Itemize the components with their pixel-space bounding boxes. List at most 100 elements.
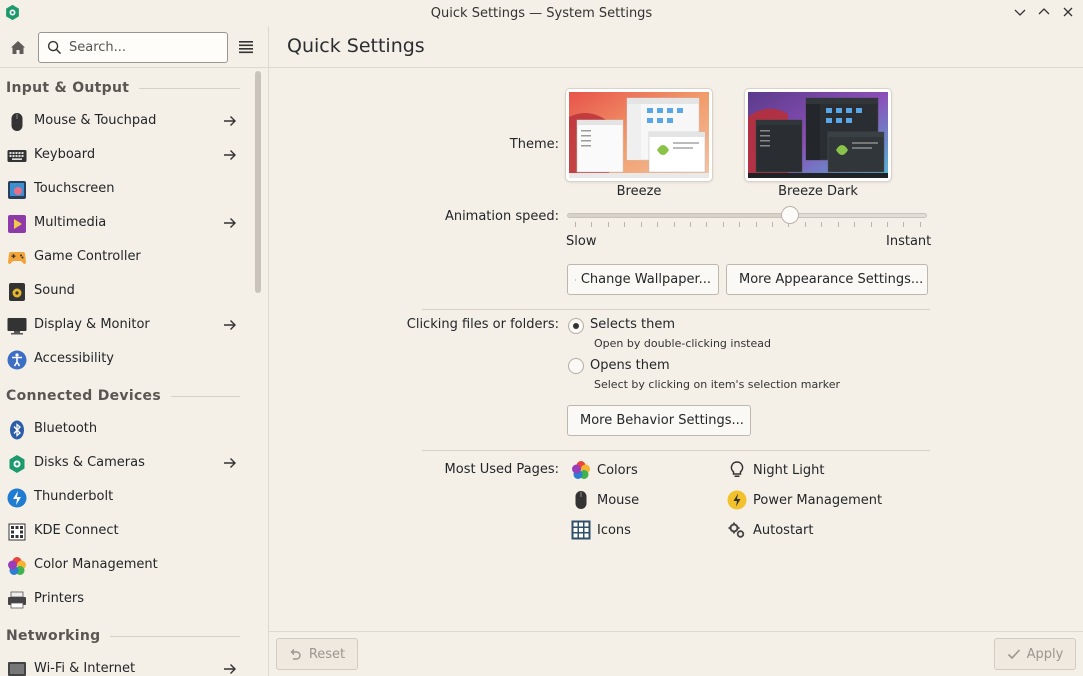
minimize-button[interactable] xyxy=(1011,3,1029,21)
theme-label: Theme: xyxy=(509,137,559,152)
bluetooth-icon xyxy=(10,420,24,440)
accessibility-icon xyxy=(7,350,27,370)
arrow-right-icon xyxy=(224,320,236,330)
gears-icon xyxy=(728,522,745,538)
most-used-label-colors: Colors xyxy=(597,462,638,478)
window-title: Quick Settings — System Settings xyxy=(430,5,653,21)
system-settings-app-icon xyxy=(6,4,19,21)
theme-card-breeze[interactable] xyxy=(566,89,712,181)
sidebar-item-color-management[interactable]: Color Management xyxy=(0,548,248,582)
disks-icon xyxy=(9,455,25,473)
kde-connect-icon xyxy=(8,523,26,541)
undo-icon xyxy=(290,649,301,660)
sidebar-item-multimedia[interactable]: Multimedia xyxy=(0,206,248,240)
breeze-dark-theme-preview xyxy=(748,92,888,178)
theme-name-breeze-dark: Breeze Dark xyxy=(778,184,858,199)
sidebar-item-keyboard[interactable]: Keyboard xyxy=(0,138,248,172)
search-input[interactable] xyxy=(69,40,209,55)
slider-fill xyxy=(568,214,790,217)
checkmark-icon xyxy=(1007,649,1020,660)
most-used-power-management[interactable]: Power Management xyxy=(727,490,882,510)
colors-icon xyxy=(572,461,590,479)
apply-button[interactable]: Apply xyxy=(994,638,1076,670)
sidebar-item-sound[interactable]: Sound xyxy=(0,274,248,308)
network-icon xyxy=(8,662,26,676)
opens-them-label[interactable]: Opens them xyxy=(590,358,670,373)
change-wallpaper-button[interactable]: Change Wallpaper... xyxy=(567,264,719,295)
separator xyxy=(422,450,930,451)
home-icon[interactable] xyxy=(8,38,28,58)
sidebar-item-display-monitor[interactable]: Display & Monitor xyxy=(0,308,248,342)
most-used-label-night-light: Night Light xyxy=(753,462,825,478)
color-management-icon xyxy=(8,557,26,575)
close-button[interactable] xyxy=(1059,3,1077,21)
arrow-right-icon xyxy=(224,116,236,126)
selects-them-label[interactable]: Selects them xyxy=(590,317,675,332)
search-field[interactable] xyxy=(38,32,228,63)
sidebar-item-label: Thunderbolt xyxy=(34,489,114,504)
sidebar-item-game-controller[interactable]: Game Controller xyxy=(0,240,248,274)
footer: Reset Apply xyxy=(269,631,1083,676)
sidebar-item-label: Mouse & Touchpad xyxy=(34,113,157,128)
most-used-colors[interactable]: Colors xyxy=(571,460,638,480)
animation-speed-slider[interactable] xyxy=(567,213,927,218)
page-title: Quick Settings xyxy=(287,35,425,57)
sidebar-item-thunderbolt[interactable]: Thunderbolt xyxy=(0,480,248,514)
sidebar-item-label: Game Controller xyxy=(34,249,141,264)
sidebar-item-mouse-touchpad[interactable]: Mouse & Touchpad xyxy=(0,104,248,138)
section-connected-devices: Connected Devices xyxy=(6,388,240,404)
most-used-label-autostart: Autostart xyxy=(753,522,814,538)
chevron-down-icon xyxy=(1014,9,1026,16)
sidebar-item-kde-connect[interactable]: KDE Connect xyxy=(0,514,248,548)
sidebar-item-touchscreen[interactable]: Touchscreen xyxy=(0,172,248,206)
sidebar-item-bluetooth[interactable]: Bluetooth xyxy=(0,412,248,446)
close-icon xyxy=(1063,7,1073,17)
arrow-right-icon xyxy=(224,458,236,468)
more-appearance-settings-label: More Appearance Settings... xyxy=(739,272,924,287)
radio-selects-them[interactable] xyxy=(568,318,584,334)
more-appearance-settings-button[interactable]: More Appearance Settings... xyxy=(726,264,928,295)
sidebar-item-label: Disks & Cameras xyxy=(34,455,145,470)
section-title: Connected Devices xyxy=(6,388,161,404)
thunderbolt-icon xyxy=(7,488,27,508)
hamburger-menu-icon[interactable] xyxy=(238,39,254,55)
slider-min-label: Slow xyxy=(566,234,597,249)
keyboard-icon xyxy=(7,150,27,162)
monitor-icon xyxy=(7,318,27,335)
section-title: Input & Output xyxy=(6,80,130,96)
opens-them-hint: Select by clicking on item's selection m… xyxy=(594,378,840,391)
theme-card-breeze-dark[interactable] xyxy=(745,89,891,181)
more-behavior-settings-label: More Behavior Settings... xyxy=(580,413,744,428)
selects-them-hint: Open by double-clicking instead xyxy=(594,337,771,350)
theme-name-breeze: Breeze xyxy=(616,184,662,199)
sidebar-item-label: Color Management xyxy=(34,557,158,572)
radio-opens-them[interactable] xyxy=(568,358,584,374)
section-input-output: Input & Output xyxy=(6,80,240,96)
clicking-label: Clicking files or folders: xyxy=(406,317,559,332)
icons-grid-icon xyxy=(571,520,591,540)
most-used-autostart[interactable]: Autostart xyxy=(727,520,813,540)
maximize-button[interactable] xyxy=(1035,3,1053,21)
sidebar-item-printers[interactable]: Printers xyxy=(0,582,248,616)
sidebar-item-wifi-internet[interactable]: Wi-Fi & Internet xyxy=(0,652,248,676)
search-icon xyxy=(47,40,62,55)
sidebar-item-disks-cameras[interactable]: Disks & Cameras xyxy=(0,446,248,480)
more-behavior-settings-button[interactable]: More Behavior Settings... xyxy=(567,405,751,436)
sidebar-item-label: Multimedia xyxy=(34,215,107,230)
most-used-night-light[interactable]: Night Light xyxy=(727,460,825,480)
sidebar-scrollbar-thumb[interactable] xyxy=(255,71,261,293)
page-header: Quick Settings xyxy=(269,26,1083,68)
sidebar-item-label: Touchscreen xyxy=(34,181,115,196)
most-used-mouse[interactable]: Mouse xyxy=(571,490,639,510)
title-bar: Quick Settings — System Settings xyxy=(0,0,1083,26)
reset-button[interactable]: Reset xyxy=(276,638,358,670)
section-title: Networking xyxy=(6,628,101,644)
arrow-right-icon xyxy=(224,150,236,160)
sidebar-header xyxy=(0,26,268,68)
sidebar-item-accessibility[interactable]: Accessibility xyxy=(0,342,248,376)
sidebar-item-label: Accessibility xyxy=(34,351,114,366)
mouse-icon xyxy=(11,113,23,131)
separator xyxy=(422,309,930,310)
most-used-icons[interactable]: Icons xyxy=(571,520,631,540)
breeze-theme-preview xyxy=(569,92,709,178)
